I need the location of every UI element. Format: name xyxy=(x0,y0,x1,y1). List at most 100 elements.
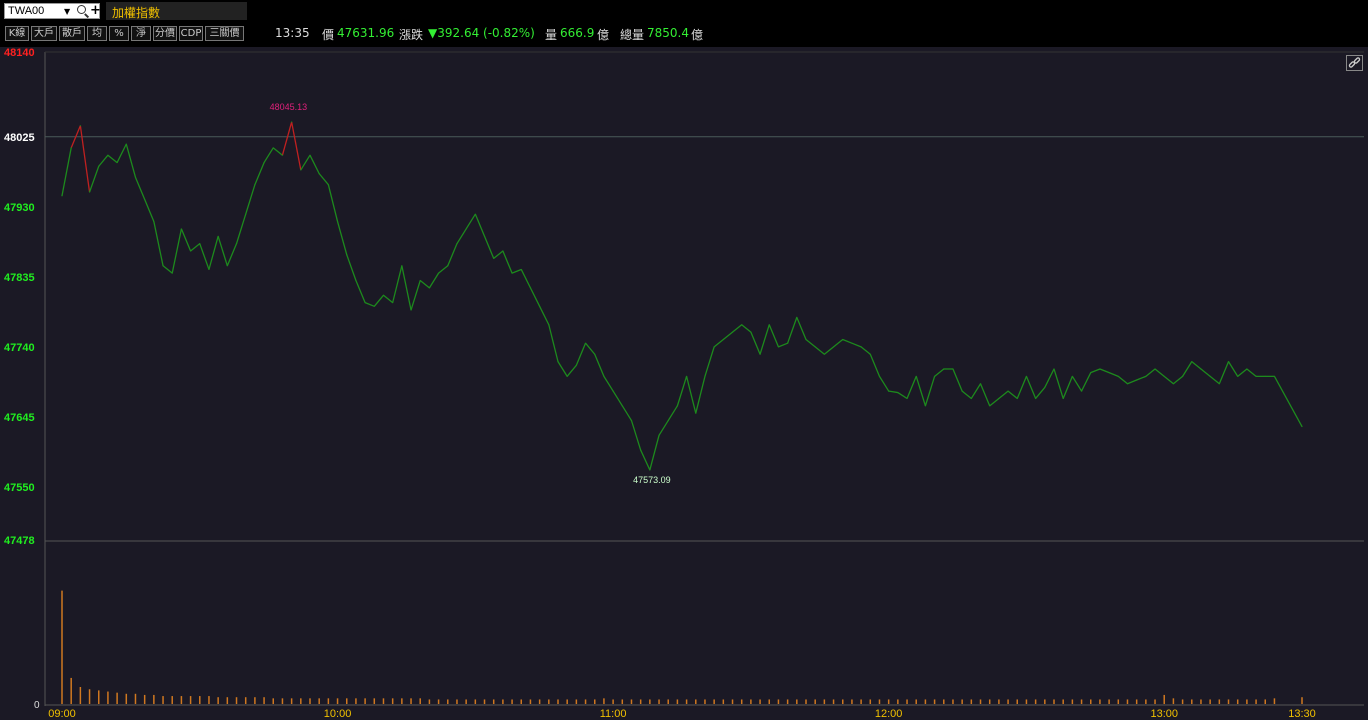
price-point xyxy=(603,375,605,377)
price-line-segment xyxy=(79,125,91,193)
price-line-segment xyxy=(915,376,927,407)
price-point xyxy=(153,220,155,223)
price-point xyxy=(529,287,532,289)
price-line-segment xyxy=(1136,375,1147,381)
price-point xyxy=(410,309,412,311)
price-line-segment xyxy=(979,383,991,407)
price-line-segment xyxy=(860,346,871,355)
price-line-segment xyxy=(309,154,320,174)
price-line-segment xyxy=(989,397,1000,407)
price-point xyxy=(107,154,109,156)
price-point xyxy=(346,254,348,256)
price-point xyxy=(952,368,954,370)
price-line-segment xyxy=(171,228,183,274)
price-line-segment xyxy=(970,383,982,399)
price-point xyxy=(226,265,228,267)
price-line-segment xyxy=(1016,376,1028,399)
price-line-segment xyxy=(153,221,164,266)
price-point xyxy=(465,228,467,230)
price-point xyxy=(539,305,541,307)
price-line-segment xyxy=(888,390,898,394)
price-line-segment xyxy=(924,376,936,407)
price-line-segment xyxy=(254,162,265,185)
price-line-segment xyxy=(245,184,256,215)
price-point xyxy=(741,324,743,326)
price-point xyxy=(180,228,183,230)
price-line-segment xyxy=(741,324,752,333)
price-line-segment xyxy=(125,143,137,178)
price-line-segment xyxy=(346,254,357,281)
price-point xyxy=(1273,375,1276,377)
price-point xyxy=(695,412,697,414)
price-line-segment xyxy=(1062,376,1073,399)
price-line-segment xyxy=(566,364,577,377)
price-line-segment xyxy=(1025,376,1037,399)
price-line-segment xyxy=(1053,368,1064,399)
price-point xyxy=(1237,375,1239,377)
price-line-segment xyxy=(1246,368,1257,377)
price-line-segment xyxy=(814,346,825,355)
link-button[interactable] xyxy=(1346,55,1363,71)
price-point xyxy=(1301,425,1303,428)
price-line-segment xyxy=(327,184,339,222)
price-point xyxy=(722,338,724,341)
price-line-segment xyxy=(585,342,596,355)
price-line-segment xyxy=(722,331,733,340)
price-point xyxy=(1145,375,1147,377)
price-point xyxy=(667,419,669,422)
price-point xyxy=(842,338,844,341)
price-line-segment xyxy=(557,361,568,377)
price-line-segment xyxy=(502,250,513,274)
price-point xyxy=(208,268,210,271)
price-line-segment xyxy=(1108,372,1119,377)
price-line-segment xyxy=(685,376,697,414)
price-line-segment xyxy=(897,392,908,400)
price-point xyxy=(1016,397,1018,400)
price-point xyxy=(787,342,789,344)
price-point xyxy=(1227,361,1230,363)
price-point xyxy=(493,257,495,260)
price-point xyxy=(70,147,72,149)
intraday-chart[interactable]: 48140 48025 47930 47835 47740 47645 47550 47478… xyxy=(0,0,1368,720)
price-point xyxy=(1246,368,1248,370)
price-line-segment xyxy=(1090,368,1101,374)
x-tick-label: 13:00 xyxy=(1150,708,1178,720)
price-point xyxy=(199,243,201,245)
price-point xyxy=(832,346,835,348)
price-point xyxy=(906,397,908,400)
price-point xyxy=(300,169,302,171)
price-point xyxy=(1181,375,1184,377)
price-line-segment xyxy=(336,221,348,255)
price-line-segment xyxy=(235,213,247,244)
price-point xyxy=(584,342,587,344)
price-line-segment xyxy=(208,236,219,270)
price-line-segment xyxy=(493,250,504,259)
price-point xyxy=(685,375,688,377)
link-icon xyxy=(1348,57,1361,68)
y-tick-label: 47835 xyxy=(4,272,35,284)
price-line-segment xyxy=(575,342,587,366)
price-line-segment xyxy=(217,236,228,266)
price-point xyxy=(364,302,366,304)
price-line-segment xyxy=(768,324,780,348)
price-point xyxy=(98,165,100,167)
price-line-segment xyxy=(1035,386,1046,399)
x-tick-label: 09:00 xyxy=(48,708,76,720)
low-price-label: 47573.09 xyxy=(633,475,671,485)
price-point xyxy=(171,272,173,274)
price-line-segment xyxy=(667,405,678,421)
price-line-segment xyxy=(511,268,522,274)
price-point xyxy=(1080,390,1083,392)
price-point xyxy=(511,272,513,274)
price-point xyxy=(291,121,293,123)
price-line-segment xyxy=(612,390,623,407)
price-line-segment xyxy=(851,342,862,348)
price-point xyxy=(1136,379,1138,381)
price-point xyxy=(869,353,871,355)
price-line-segment xyxy=(640,449,651,471)
price-point xyxy=(474,213,476,215)
price-line-segment xyxy=(199,243,210,270)
price-point xyxy=(162,265,164,267)
price-point xyxy=(144,198,146,201)
y-tick-label: 47478 xyxy=(4,535,35,547)
